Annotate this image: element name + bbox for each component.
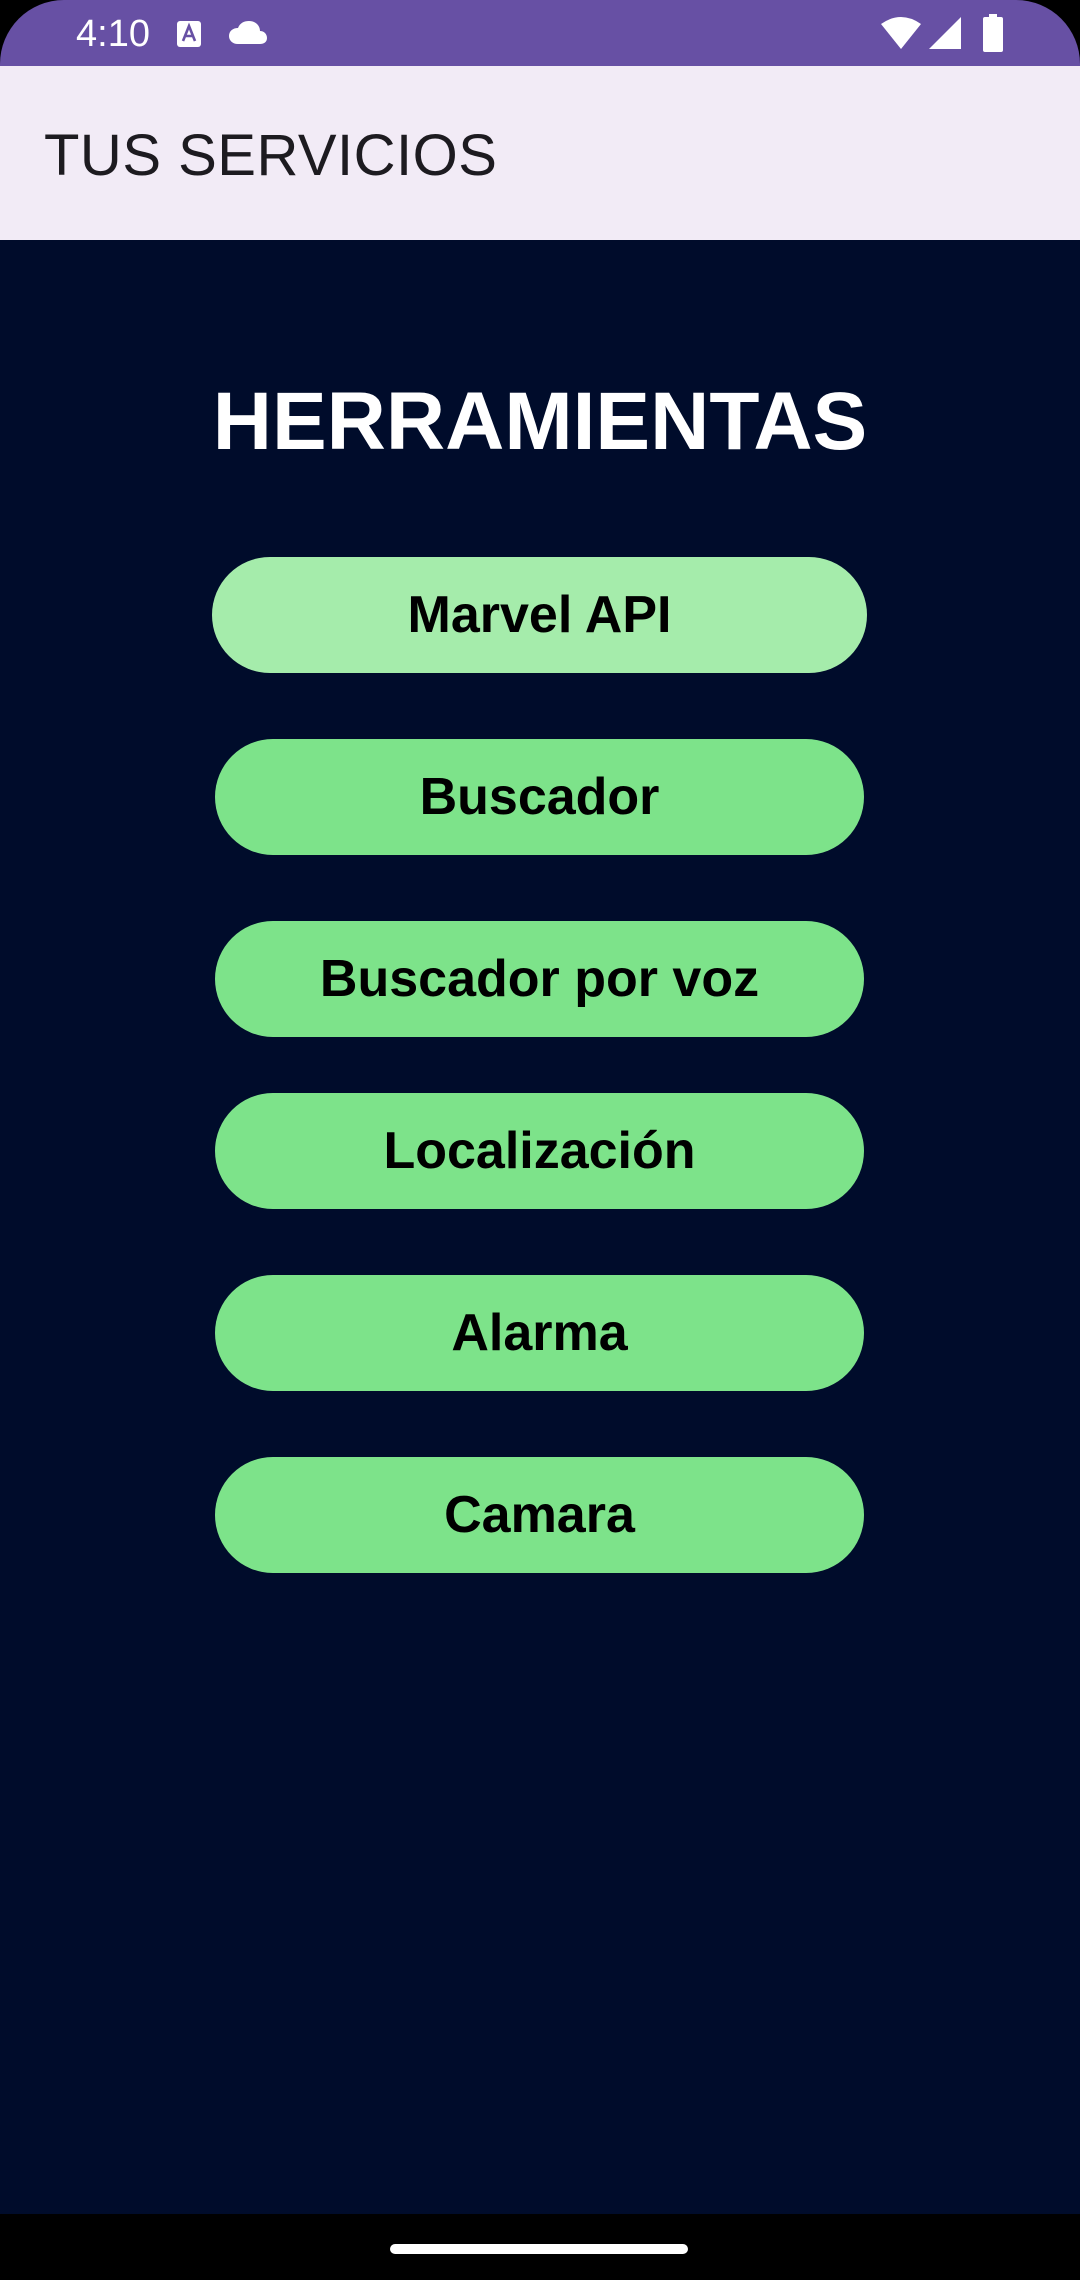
status-bar: 4:10 — [0, 0, 1080, 66]
marvel-api-button[interactable]: Marvel API — [212, 557, 867, 673]
status-time: 4:10 — [76, 13, 150, 55]
localizacion-button[interactable]: Localización — [215, 1093, 864, 1209]
device-screen: 4:10 TUS SERVICIOS HERRAMIENTAS Marvel A… — [0, 0, 1080, 2280]
app-bar: TUS SERVICIOS — [0, 66, 1080, 240]
wifi-icon — [881, 17, 921, 49]
battery-icon — [983, 14, 1003, 52]
home-gesture-handle[interactable] — [390, 2244, 688, 2254]
text-a-icon — [177, 21, 201, 47]
main-content: HERRAMIENTAS Marvel API Buscador Buscado… — [0, 240, 1080, 2214]
camara-button[interactable]: Camara — [215, 1457, 864, 1573]
cloud-icon — [229, 21, 267, 44]
page-heading: HERRAMIENTAS — [212, 376, 868, 467]
buscador-por-voz-button[interactable]: Buscador por voz — [215, 921, 864, 1037]
alarma-button[interactable]: Alarma — [215, 1275, 864, 1391]
cellular-signal-icon — [929, 17, 961, 49]
gesture-nav-bar — [0, 2214, 1080, 2280]
buscador-button[interactable]: Buscador — [215, 739, 864, 855]
app-title: TUS SERVICIOS — [44, 123, 498, 188]
